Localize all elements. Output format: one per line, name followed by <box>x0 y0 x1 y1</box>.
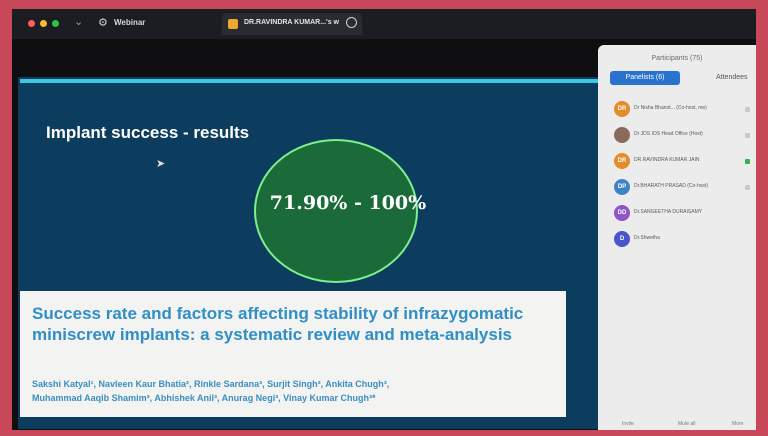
app-label: Webinar <box>114 18 146 27</box>
mic-icon[interactable] <box>745 133 750 138</box>
webinar-icon: ⚙ <box>98 17 108 29</box>
avatar: DR <box>614 101 630 117</box>
participant-name: Dr.SANGEETHA DURAISAMY <box>634 209 703 215</box>
participant-name: Dr Nisha Bhanot... (Co-host, me) <box>634 105 707 111</box>
avatar <box>614 127 630 143</box>
chevron-down-icon[interactable]: ⌄ <box>74 15 83 28</box>
more-button[interactable]: More <box>732 421 743 427</box>
participant-name: Dr.Shwetha <box>634 235 660 241</box>
avatar: DR <box>614 153 630 169</box>
authors-line-1: Sakshi Katyal¹, Navleen Kaur Bhatia², Ri… <box>32 379 390 389</box>
participant-row[interactable]: Dr JDS IOS Head Office (Host) <box>614 127 754 143</box>
participant-name: DR.RAVINDRA KUMAR JAIN <box>634 157 700 163</box>
paper-title: Success rate and factors affecting stabi… <box>32 304 524 344</box>
invite-button[interactable]: Invite <box>622 421 634 427</box>
mouse-pointer-icon: ➤ <box>156 158 166 170</box>
tab-close-icon[interactable] <box>346 17 357 28</box>
participant-name: Dr JDS IOS Head Office (Host) <box>634 131 703 137</box>
authors-line-2: Muhammad Aaqib Shamim³, Abhishek Anil³, … <box>32 393 376 403</box>
mic-icon[interactable] <box>745 185 750 190</box>
avatar: D <box>614 231 630 247</box>
participant-row[interactable]: D Dr.Shwetha <box>614 231 754 247</box>
participant-row[interactable]: DD Dr.SANGEETHA DURAISAMY <box>614 205 754 221</box>
participant-name: Dr.BHARATH PRASAD (Co-host) <box>634 183 709 189</box>
slide-accent-line <box>20 79 600 83</box>
maximize-window-button[interactable] <box>52 20 59 27</box>
tab-meeting[interactable]: DR.RAVINDRA KUMAR...'s w <box>222 13 362 35</box>
title-bar: ⌄ ⚙ Webinar DR.RAVINDRA KUMAR...'s w <box>12 9 756 39</box>
tab-label: DR.RAVINDRA KUMAR...'s w <box>244 19 339 26</box>
participants-footer: Invite Mute all More <box>598 421 756 430</box>
mute-all-button[interactable]: Mute all <box>678 421 696 427</box>
success-range: 71.90% - 100% <box>269 192 427 214</box>
participants-panel: Participants (75) Panelists (6) Attendee… <box>598 45 756 430</box>
webinar-window: ⌄ ⚙ Webinar DR.RAVINDRA KUMAR...'s w Imp… <box>12 9 756 430</box>
participant-row[interactable]: DP Dr.BHARATH PRASAD (Co-host) <box>614 179 754 195</box>
minimize-window-button[interactable] <box>40 20 47 27</box>
paper-authors: Sakshi Katyal¹, Navleen Kaur Bhatia², Ri… <box>32 377 552 405</box>
slide-title: Implant success - results <box>46 123 250 142</box>
meeting-icon <box>228 19 238 29</box>
participant-row[interactable]: DR DR.RAVINDRA KUMAR JAIN <box>614 153 754 169</box>
avatar: DD <box>614 205 630 221</box>
close-window-button[interactable] <box>28 20 35 27</box>
participants-title: Participants (75) <box>651 55 703 62</box>
tab-attendees[interactable]: Attendees <box>716 71 748 85</box>
mic-icon[interactable] <box>745 159 750 164</box>
tab-panelists[interactable]: Panelists (6) <box>610 71 680 85</box>
paper-excerpt: Success rate and factors affecting stabi… <box>20 291 566 417</box>
avatar: DP <box>614 179 630 195</box>
participant-row[interactable]: DR Dr Nisha Bhanot... (Co-host, me) <box>614 101 754 117</box>
mic-icon[interactable] <box>745 107 750 112</box>
